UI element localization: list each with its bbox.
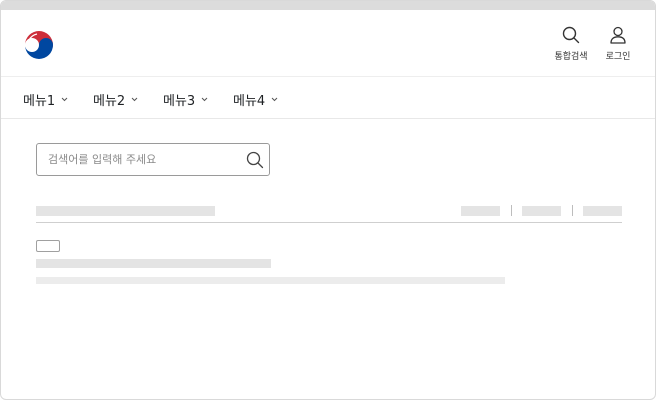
main-navigation: 메뉴1 메뉴2 메뉴3 메뉴4	[1, 78, 655, 119]
skeleton-item-description	[36, 277, 505, 284]
nav-item-label: 메뉴2	[93, 94, 126, 109]
search-icon	[562, 26, 580, 44]
chevron-down-icon	[61, 97, 68, 102]
skeleton-meta	[522, 206, 561, 216]
skeleton-item-title	[36, 259, 271, 268]
user-icon	[610, 26, 626, 44]
nav-item-menu1[interactable]: 메뉴1	[23, 90, 68, 109]
skeleton-tag-badge	[36, 240, 60, 252]
nav-item-label: 메뉴4	[233, 94, 266, 109]
site-header: 통합검색 로그인	[1, 10, 655, 77]
nav-item-label: 메뉴3	[163, 94, 196, 109]
integrated-search-label: 통합검색	[554, 52, 588, 62]
search-field	[36, 143, 270, 176]
skeleton-meta	[583, 206, 622, 216]
nav-item-menu3[interactable]: 메뉴3	[163, 90, 208, 109]
nav-item-label: 메뉴1	[23, 94, 56, 109]
nav-item-menu2[interactable]: 메뉴2	[93, 90, 138, 109]
meta-divider	[511, 205, 512, 216]
skeleton-meta	[461, 206, 500, 216]
chevron-down-icon	[201, 97, 208, 102]
window-top-bar	[1, 1, 655, 10]
nav-item-menu4[interactable]: 메뉴4	[233, 90, 278, 109]
meta-divider	[572, 205, 573, 216]
integrated-search-button[interactable]: 통합검색	[549, 26, 593, 62]
search-icon[interactable]	[245, 150, 265, 170]
chevron-down-icon	[131, 97, 138, 102]
taegeuk-emblem-icon[interactable]	[23, 30, 55, 62]
login-button[interactable]: 로그인	[596, 26, 640, 62]
browser-frame: 통합검색 로그인 메뉴1 메뉴2 메뉴3 메뉴4	[0, 0, 656, 400]
login-label: 로그인	[605, 52, 631, 62]
skeleton-result-title	[36, 206, 215, 216]
search-input[interactable]	[37, 144, 237, 175]
chevron-down-icon	[271, 97, 278, 102]
result-header-divider	[36, 222, 622, 223]
